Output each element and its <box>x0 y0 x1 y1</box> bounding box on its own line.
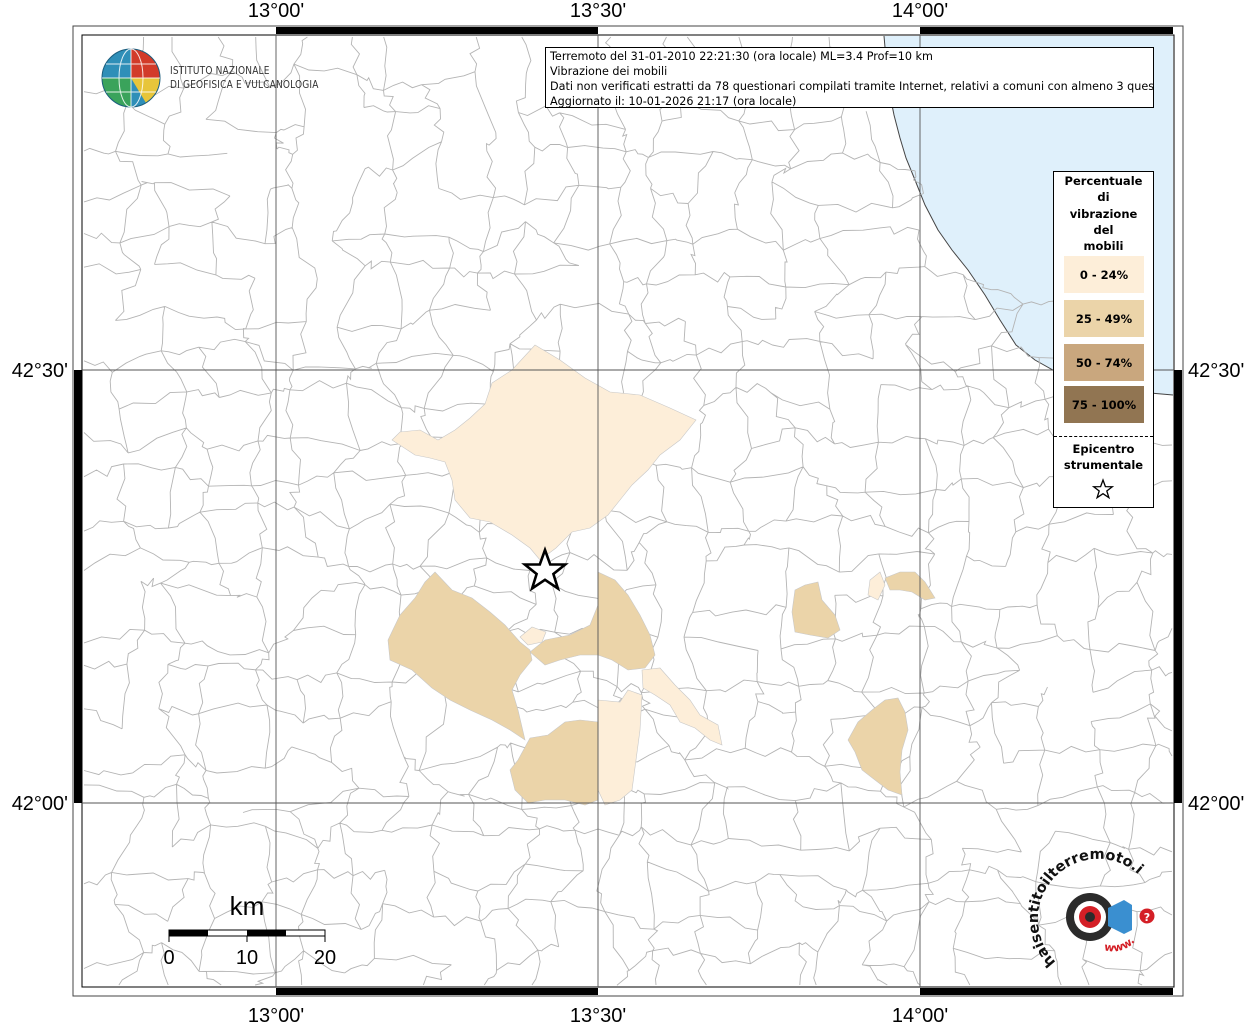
legend-class-3: 75 - 100% <box>1064 386 1144 423</box>
brand-question: ? <box>1144 911 1150 924</box>
legend: Percentuale di vibrazione del mobili 0 -… <box>1053 171 1154 508</box>
ingv-logo-icon <box>101 48 161 108</box>
scale-tick-label: 20 <box>314 947 336 969</box>
lon-label-bottom: 13°00' <box>248 1005 304 1024</box>
ingv-logo-text: ISTITUTO NAZIONALE DI GEOFISICA E VULCAN… <box>170 64 319 92</box>
scale-bar: km 0 10 20 <box>163 891 336 969</box>
legend-epicenter-label: Epicentro strumentale <box>1054 441 1153 473</box>
municipality-0-24 <box>391 344 697 561</box>
lon-label-bottom: 13°30' <box>570 1005 626 1024</box>
legend-title-line: di <box>1097 190 1110 205</box>
event-info-line: Vibrazione dei mobili <box>550 65 668 78</box>
scale-tick-label: 10 <box>236 947 258 969</box>
lat-label-left: 42°00' <box>12 793 68 815</box>
scale-tick-label: 0 <box>163 947 174 969</box>
lon-label-top: 14°00' <box>892 0 948 22</box>
municipality-25-49 <box>791 581 841 639</box>
affected-municipalities <box>387 344 936 806</box>
lat-label-right: 42°00' <box>1188 793 1244 815</box>
municipality-0-24 <box>641 667 723 746</box>
lon-label-bottom: 14°00' <box>892 1005 948 1024</box>
legend-class-label: 50 - 74% <box>1075 355 1133 370</box>
lat-label-left: 42°30' <box>12 360 68 382</box>
legend-class-label: 75 - 100% <box>1071 397 1137 412</box>
legend-title-line: vibrazione <box>1069 206 1138 221</box>
municipality-25-49 <box>529 571 656 671</box>
municipality-25-49 <box>847 697 909 796</box>
legend-title-line: Percentuale <box>1064 174 1143 188</box>
event-info-line: Terremoto del 31-01-2010 22:21:30 (ora l… <box>550 50 933 63</box>
legend-separator <box>1054 436 1153 437</box>
lat-label-right: 42°30' <box>1188 360 1244 382</box>
intensity-map: 13°00' 13°30' 14°00' 13°00' 13°30' 14°00… <box>0 0 1244 1024</box>
legend-class-1: 25 - 49% <box>1064 300 1144 337</box>
legend-class-label: 25 - 49% <box>1075 311 1133 326</box>
legend-class-0: 0 - 24% <box>1064 256 1144 293</box>
ingv-name-line: DI GEOFISICA E VULCANOLOGIA <box>170 78 319 91</box>
legend-star-icon <box>1092 478 1114 500</box>
legend-class-2: 50 - 74% <box>1064 344 1144 381</box>
legend-epicenter-line: strumentale <box>1063 458 1144 472</box>
event-info-box: Terremoto del 31-01-2010 22:21:30 (ora l… <box>545 47 1154 108</box>
event-info-line: Aggiornato il: 10-01-2026 21:17 (ora loc… <box>550 95 797 108</box>
ingv-name-line: ISTITUTO NAZIONALE <box>170 64 270 77</box>
legend-title: Percentuale di vibrazione del mobili <box>1054 173 1153 254</box>
lon-label-top: 13°30' <box>570 0 626 22</box>
event-info-line: Dati non verificati estratti da 78 quest… <box>550 80 1154 93</box>
legend-title-line: del <box>1093 222 1114 237</box>
municipality-25-49 <box>884 571 936 601</box>
legend-epicenter-line: Epicentro <box>1072 442 1135 456</box>
brand-www: www. <box>1103 934 1137 954</box>
municipality-0-24 <box>597 689 643 806</box>
legend-title-line: mobili <box>1083 239 1124 254</box>
municipality-25-49 <box>387 571 533 741</box>
lon-label-top: 13°00' <box>248 0 304 22</box>
scale-unit: km <box>230 891 265 921</box>
legend-class-label: 0 - 24% <box>1079 267 1129 282</box>
